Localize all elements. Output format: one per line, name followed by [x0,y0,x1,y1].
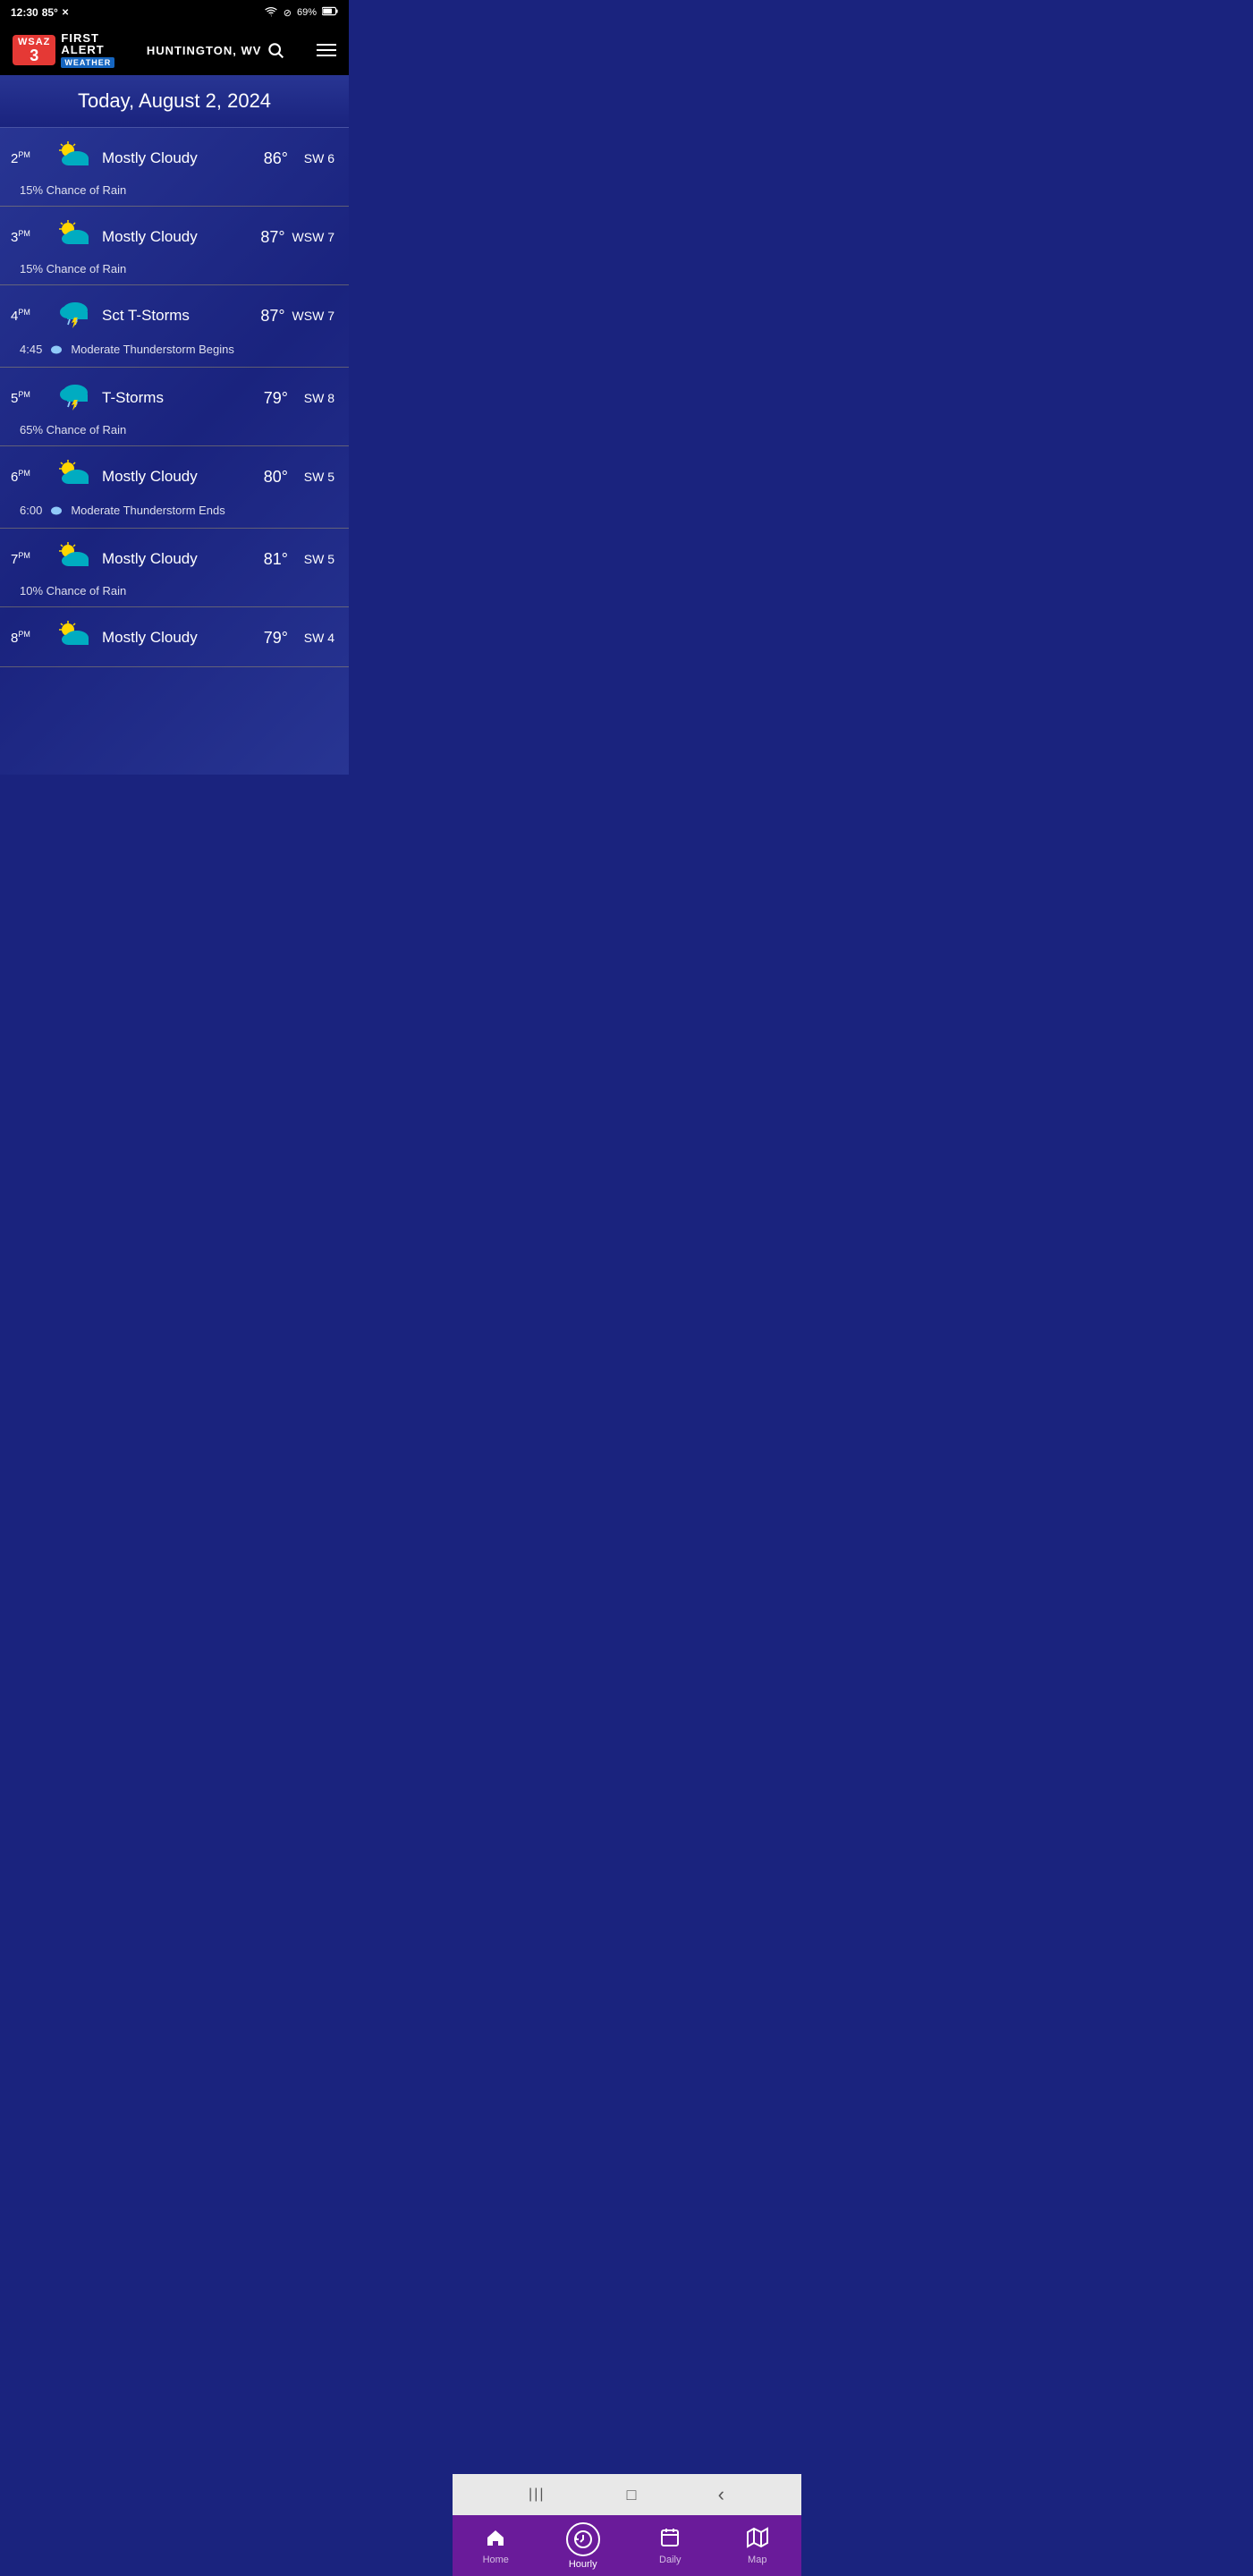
status-time: 12:30 [11,6,38,19]
recent-apps-button[interactable]: ||| [529,2487,545,2503]
status-x-icon: ✕ [62,8,69,18]
sub-text: 65% Chance of Rain [20,423,126,436]
weather-sub: 4:45 Moderate Thunderstorm Begins [11,341,334,358]
weather-icon [54,378,95,418]
battery-text: 69% [297,7,317,18]
wind-value: WSW 7 [292,230,334,244]
weather-row: 7PM Mostly Cloudy 81° SW 5 10% Chance of Ra… [0,529,349,607]
hour-time: 7PM [11,551,47,567]
home-button[interactable]: □ [627,2486,637,2504]
logo-box: WSAZ 3 [13,35,55,65]
wifi-icon [264,6,278,20]
weather-icon [54,539,95,579]
condition-text: Mostly Cloudy [102,629,233,647]
nav-item-home[interactable]: Home [453,2520,540,2572]
hour-time: 6PM [11,469,47,485]
alert-icon [49,341,63,358]
nav-item-daily[interactable]: Daily [627,2520,715,2572]
condition-text: Mostly Cloudy [102,468,233,486]
temp-value: 79° [240,629,288,648]
signal-icon: ⊘ [284,7,292,19]
wind-value: SW 8 [295,391,334,405]
weather-icon [54,217,95,257]
nav-label: Home [483,2555,509,2565]
hour-time: 3PM [11,229,47,245]
wind-value: SW 4 [295,631,334,645]
location-text: HUNTINGTON, WV [147,44,262,57]
condition-text: Mostly Cloudy [102,149,233,167]
hour-time: 5PM [11,390,47,406]
sub-text: 15% Chance of Rain [20,183,126,197]
logo-alert: ALERT [61,44,114,55]
weather-row: 6PM Mostly Cloudy 80° SW 5 6:00 Moderate Th… [0,446,349,529]
nav-label: Hourly [569,2559,597,2570]
logo: WSAZ 3 FIRST ALERT WEATHER [13,32,114,68]
menu-button[interactable] [317,44,336,56]
alert-text: Moderate Thunderstorm Ends [71,504,224,517]
weather-sub: 10% Chance of Rain [11,584,334,597]
condition-text: Sct T-Storms [102,307,230,325]
hour-time: 2PM [11,150,47,166]
condition-text: T-Storms [102,389,233,407]
weather-row: 3PM Mostly Cloudy 87° WSW 7 15% Chance of R… [0,207,349,285]
wind-value: WSW 7 [292,309,334,323]
temp-value: 86° [240,149,288,168]
nav-label: Map [748,2555,766,2565]
hourly-weather-list: 2PM Mostly Cloudy 86° SW 6 15% Chance of Ra… [0,128,349,775]
date-bar: Today, August 2, 2024 [0,75,349,128]
sub-text: 10% Chance of Rain [20,584,126,597]
nav-icon [659,2527,681,2552]
system-nav-bar: ||| □ ‹ [453,2474,801,2515]
weather-icon [54,457,95,496]
sub-time: 4:45 [20,343,42,356]
weather-icon [54,618,95,657]
search-button[interactable] [267,41,284,59]
sub-time: 6:00 [20,504,42,517]
header: WSAZ 3 FIRST ALERT WEATHER HUNTINGTON, W… [0,25,349,75]
temp-value: 81° [240,550,288,569]
hour-time: 8PM [11,630,47,646]
weather-row: 2PM Mostly Cloudy 86° SW 6 15% Chance of Ra… [0,128,349,207]
logo-weather: WEATHER [61,57,114,68]
weather-sub: 15% Chance of Rain [11,183,334,197]
status-temp: 85° [42,6,58,19]
date-text: Today, August 2, 2024 [78,89,271,112]
nav-icon [747,2527,768,2552]
weather-sub: 65% Chance of Rain [11,423,334,436]
battery-icon [322,6,338,19]
nav-item-map[interactable]: Map [714,2520,801,2572]
nav-label: Daily [659,2555,681,2565]
weather-row: 8PM Mostly Cloudy 79° SW 4 [0,607,349,667]
nav-icon [485,2527,506,2552]
wind-value: SW 6 [295,151,334,165]
temp-value: 80° [240,468,288,487]
hour-time: 4PM [11,308,47,324]
alert-text: Moderate Thunderstorm Begins [71,343,234,356]
temp-value: 87° [237,307,285,326]
status-bar: 12:30 85° ✕ ⊘ 69% [0,0,349,25]
weather-icon [54,139,95,178]
weather-icon [54,296,95,335]
condition-text: Mostly Cloudy [102,228,230,246]
sub-text: 15% Chance of Rain [20,262,126,275]
nav-item-hourly[interactable]: Hourly [539,2515,627,2576]
weather-sub: 6:00 Moderate Thunderstorm Ends [11,502,334,519]
condition-text: Mostly Cloudy [102,550,233,568]
back-button[interactable]: ‹ [718,2483,724,2506]
bottom-nav: Home Hourly Daily Map [453,2515,801,2576]
wind-value: SW 5 [295,552,334,566]
temp-value: 79° [240,389,288,408]
alert-icon [49,502,63,519]
temp-value: 87° [237,228,285,247]
weather-row: 4PM Sct T-Storms 87° WSW 7 4:45 Moderate Th… [0,285,349,368]
wind-value: SW 5 [295,470,334,484]
logo-num: 3 [30,47,38,64]
header-location: HUNTINGTON, WV [147,41,285,59]
weather-row: 5PM T-Storms 79° SW 8 65% Chance of Rain [0,368,349,446]
logo-text: FIRST ALERT WEATHER [61,32,114,68]
weather-sub: 15% Chance of Rain [11,262,334,275]
